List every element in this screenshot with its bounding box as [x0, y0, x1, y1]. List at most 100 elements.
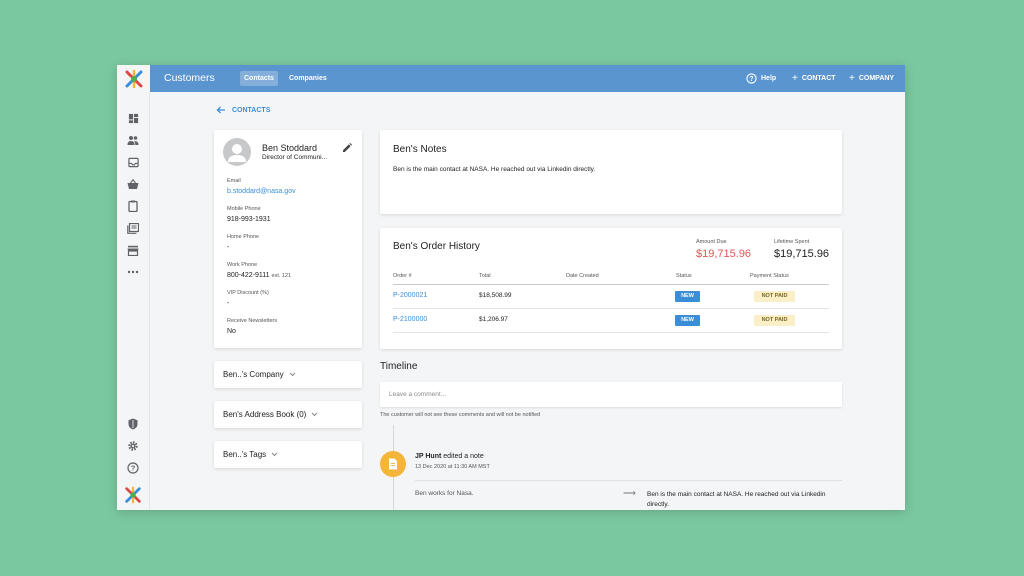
plus-icon: + — [849, 72, 855, 84]
chevron-down-icon — [289, 372, 296, 377]
notes-card: Ben's Notes Ben is the main contact at N… — [380, 130, 842, 214]
help-icon: ? — [746, 73, 757, 84]
lifetime-spent-value: $19,715.96 — [774, 248, 830, 260]
app-title: Customers — [164, 72, 215, 84]
status-badge: NEW — [675, 315, 700, 326]
back-link-label: CONTACTS — [232, 106, 271, 114]
home-phone-label: Home Phone — [227, 234, 260, 240]
store-icon[interactable] — [127, 244, 139, 256]
payment-status-badge: NOT PAID — [754, 291, 795, 302]
basket-icon[interactable] — [127, 178, 139, 190]
note-icon — [389, 458, 397, 470]
payment-status-badge: NOT PAID — [754, 315, 795, 326]
inbox-icon[interactable] — [127, 156, 139, 168]
people-icon[interactable] — [127, 134, 139, 146]
add-company-label: COMPANY — [858, 75, 895, 82]
work-phone-row: 800-422-9111 ext. 121 — [227, 272, 291, 279]
gear-icon[interactable] — [127, 440, 139, 452]
order-link[interactable]: P-2000021 — [393, 292, 427, 299]
mobile-phone-label: Mobile Phone — [227, 206, 261, 212]
work-phone-label: Work Phone — [227, 262, 258, 268]
contact-name: Ben Stoddard — [262, 143, 318, 153]
top-bar: Customers Contacts Companies ? Help + CO… — [117, 65, 905, 92]
column-header-total: Total — [479, 273, 491, 279]
arrow-left-icon — [216, 106, 225, 114]
catalog-icon[interactable] — [127, 222, 139, 234]
tags-section-label: Ben..'s Tags — [223, 450, 267, 459]
edit-icon[interactable] — [342, 140, 352, 158]
work-phone-value: 800-422-9111 — [227, 272, 270, 279]
amount-due-label: Amount Due — [696, 239, 727, 245]
timeline-event-title: JP Hunt edited a note — [415, 453, 484, 460]
sidebar: ? — [117, 92, 150, 510]
person-icon — [228, 144, 246, 162]
vip-discount-value: - — [227, 300, 230, 307]
home-phone-value: - — [227, 244, 230, 251]
row-divider — [393, 308, 829, 309]
chevron-down-icon — [312, 412, 318, 417]
add-company-button[interactable]: + COMPANY — [849, 72, 894, 85]
add-contact-button[interactable]: + CONTACT — [792, 72, 836, 85]
event-author: JP Hunt — [415, 453, 442, 460]
app-logo[interactable] — [117, 65, 150, 92]
newsletter-label: Receive Newsletters — [227, 318, 278, 324]
chevron-down-icon — [271, 452, 278, 457]
column-header-status: Status — [676, 273, 692, 279]
column-header-order: Order # — [393, 273, 412, 279]
logo-icon — [125, 69, 142, 88]
order-history-card: Ben's Order History Amount Due $19,715.9… — [380, 228, 842, 349]
event-divider — [415, 480, 842, 481]
timeline-title: Timeline — [380, 361, 418, 372]
email-link[interactable]: b.stoddard@nasa.gov — [227, 188, 296, 195]
order-history-title: Ben's Order History — [393, 241, 480, 252]
dashboard-icon[interactable] — [127, 112, 139, 124]
notes-text: Ben is the main contact at NASA. He reac… — [393, 166, 596, 173]
mobile-phone-value: 918-993-1931 — [227, 216, 271, 223]
contact-role: Director of Communi... — [262, 154, 328, 161]
back-to-contacts-link[interactable]: CONTACTS — [216, 106, 270, 114]
status-badge: NEW — [675, 291, 700, 302]
notes-title: Ben's Notes — [393, 144, 447, 155]
newsletter-value: No — [227, 328, 236, 335]
company-section[interactable]: Ben..'s Company — [214, 361, 362, 388]
address-book-section[interactable]: Ben's Address Book (0) — [214, 401, 362, 428]
column-header-date-created: Date Created — [566, 273, 599, 279]
order-link[interactable]: P-2100000 — [393, 316, 427, 323]
header-divider — [393, 284, 829, 285]
event-old-text: Ben works for Nasa. — [415, 490, 474, 497]
timeline-event-icon — [380, 451, 406, 477]
tab-companies[interactable]: Companies — [285, 71, 331, 86]
column-header-payment-status: Payment Status — [750, 273, 789, 279]
contact-card: Ben Stoddard Director of Communi... Emai… — [214, 130, 362, 348]
lifetime-spent-label: Lifetime Spent — [774, 239, 810, 245]
add-contact-label: CONTACT — [801, 75, 836, 82]
address-book-section-label: Ben's Address Book (0) — [223, 410, 307, 419]
svg-text:?: ? — [749, 76, 753, 83]
app-window: Customers Contacts Companies ? Help + CO… — [117, 65, 905, 510]
shield-icon[interactable] — [127, 418, 139, 430]
email-label: Email — [227, 178, 241, 184]
help-label: Help — [761, 75, 777, 82]
row-divider — [393, 332, 829, 333]
work-phone-ext: ext. 121 — [271, 273, 292, 279]
tab-contacts[interactable]: Contacts — [240, 71, 278, 86]
order-total: $18,508.99 — [479, 292, 512, 299]
help-button[interactable]: ? Help — [746, 72, 776, 85]
event-new-text: Ben is the main contact at NASA. He reac… — [647, 491, 826, 508]
plus-icon: + — [792, 72, 798, 84]
comment-input[interactable] — [380, 382, 842, 407]
vip-discount-label: VIP Discount (%) — [227, 290, 269, 296]
company-section-label: Ben..'s Company — [223, 370, 284, 379]
app-logo-small[interactable] — [123, 485, 143, 505]
more-icon[interactable] — [127, 266, 139, 278]
avatar — [223, 138, 251, 166]
clipboard-icon[interactable] — [127, 200, 139, 212]
help-icon[interactable]: ? — [127, 462, 139, 474]
comment-visibility-note: The customer will not see these comments… — [380, 412, 541, 418]
arrow-right-icon: ⟶ — [623, 488, 636, 498]
amount-due-value: $19,715.96 — [696, 248, 752, 260]
tags-section[interactable]: Ben..'s Tags — [214, 441, 362, 468]
event-timestamp: 13 Dec 2020 at 11:30 AM MST — [415, 464, 490, 470]
event-action: edited a note — [443, 453, 484, 460]
svg-text:?: ? — [131, 464, 136, 473]
